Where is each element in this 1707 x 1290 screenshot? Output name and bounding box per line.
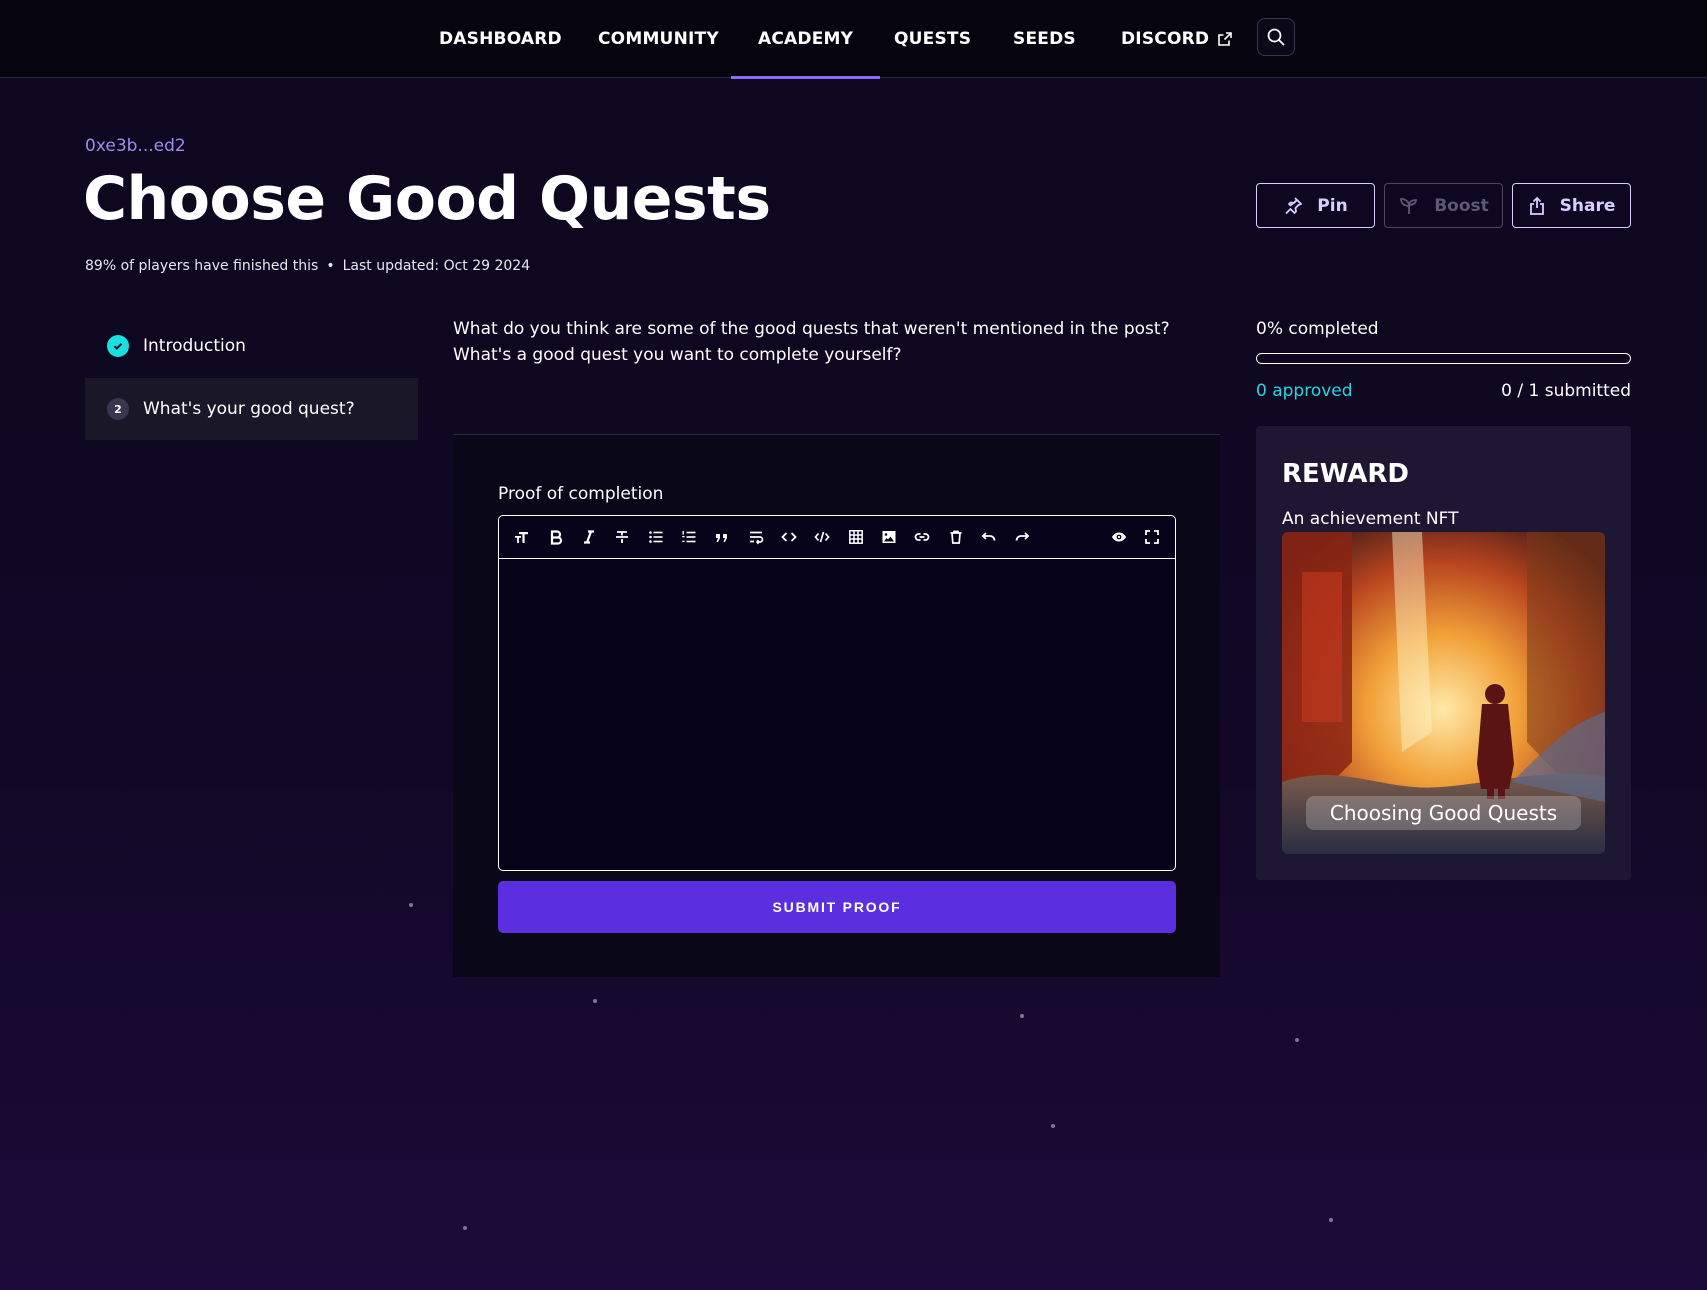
boost-label: Boost xyxy=(1434,195,1489,216)
preview-icon[interactable] xyxy=(1107,525,1131,549)
markdown-editor xyxy=(498,515,1176,871)
proof-label: Proof of completion xyxy=(498,484,664,504)
external-link-icon xyxy=(1218,32,1233,46)
boost-button[interactable]: Boost xyxy=(1384,183,1503,228)
background-star xyxy=(1020,1014,1024,1018)
page-title: Choose Good Quests xyxy=(83,164,771,234)
table-icon[interactable] xyxy=(844,525,868,549)
italic-icon[interactable] xyxy=(577,525,601,549)
undo-icon[interactable] xyxy=(977,525,1001,549)
link-icon[interactable] xyxy=(910,525,934,549)
search-button[interactable] xyxy=(1257,18,1295,56)
background-star xyxy=(593,999,597,1003)
strikethrough-icon[interactable] xyxy=(610,525,634,549)
background-star xyxy=(1295,1038,1299,1042)
submitted-count: 0 / 1 submitted xyxy=(1501,381,1631,401)
bold-icon[interactable] xyxy=(544,525,568,549)
background-star xyxy=(409,903,413,907)
trash-icon[interactable] xyxy=(944,525,968,549)
nft-label: Choosing Good Quests xyxy=(1306,796,1581,830)
step-introduction[interactable]: Introduction xyxy=(85,315,418,377)
quote-icon[interactable] xyxy=(710,525,734,549)
top-navigation: DASHBOARD COMMUNITY ACADEMY QUESTS SEEDS… xyxy=(0,0,1707,79)
editor-toolbar xyxy=(499,516,1175,559)
proof-textarea[interactable] xyxy=(499,559,1175,870)
pin-icon xyxy=(1285,196,1303,214)
wrap-icon[interactable] xyxy=(744,525,768,549)
finished-stat: 89% of players have finished this xyxy=(85,258,319,274)
search-icon xyxy=(1267,28,1285,46)
code-icon[interactable] xyxy=(777,525,801,549)
quest-question: What do you think are some of the good q… xyxy=(453,319,1170,365)
nav-item-seeds[interactable]: SEEDS xyxy=(1013,0,1076,78)
step-good-quest[interactable]: 2 What's your good quest? xyxy=(85,378,418,440)
fullscreen-icon[interactable] xyxy=(1140,525,1164,549)
nav-item-quests[interactable]: QUESTS xyxy=(894,0,971,78)
submit-proof-button[interactable]: SUBMIT PROOF xyxy=(498,881,1176,933)
nft-image: Choosing Good Quests xyxy=(1282,532,1605,854)
reward-title: REWARD xyxy=(1282,459,1410,489)
bullet-list-icon[interactable] xyxy=(644,525,668,549)
check-icon xyxy=(107,335,129,357)
approved-count: 0 approved xyxy=(1256,381,1353,401)
nav-item-community[interactable]: COMMUNITY xyxy=(598,0,719,78)
code-block-icon[interactable] xyxy=(810,525,834,549)
share-label: Share xyxy=(1559,195,1616,216)
sprout-icon xyxy=(1400,197,1418,214)
share-button[interactable]: Share xyxy=(1512,183,1631,228)
reward-description: An achievement NFT xyxy=(1282,509,1459,529)
background-star xyxy=(463,1226,467,1230)
pin-button[interactable]: Pin xyxy=(1256,183,1375,228)
completion-progress-bar xyxy=(1256,353,1631,364)
nav-item-discord-label: DISCORD xyxy=(1121,29,1210,49)
nav-item-academy[interactable]: ACADEMY xyxy=(730,0,881,79)
step-number-badge: 2 xyxy=(107,398,129,420)
nav-item-discord[interactable]: DISCORD xyxy=(1121,0,1233,78)
image-icon[interactable] xyxy=(877,525,901,549)
heading-icon[interactable] xyxy=(510,525,534,549)
completion-percent: 0% completed xyxy=(1256,319,1379,339)
share-icon xyxy=(1529,196,1544,215)
numbered-list-icon[interactable] xyxy=(677,525,701,549)
background-star xyxy=(1051,1124,1055,1128)
redo-icon[interactable] xyxy=(1010,525,1034,549)
meta-separator: • xyxy=(326,258,335,274)
quest-owner-link[interactable]: 0xe3b...ed2 xyxy=(85,136,186,156)
step-label: Introduction xyxy=(143,336,246,356)
quest-meta: 89% of players have finished this • Last u… xyxy=(85,258,530,274)
step-label: What's your good quest? xyxy=(143,399,355,419)
background-star xyxy=(1329,1218,1333,1222)
nav-item-dashboard[interactable]: DASHBOARD xyxy=(439,0,562,78)
pin-label: Pin xyxy=(1317,195,1348,216)
last-updated: Last updated: Oct 29 2024 xyxy=(342,258,531,274)
